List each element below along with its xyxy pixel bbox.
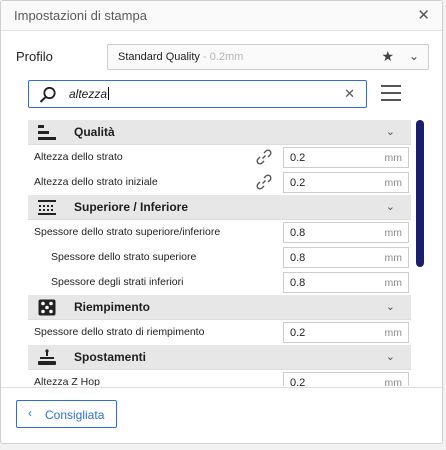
chevron-down-icon: ⌄ (385, 126, 395, 138)
chevron-down-icon: ⌄ (385, 351, 395, 363)
search-icon (39, 86, 56, 103)
clear-icon[interactable]: ✕ (344, 86, 355, 102)
resize-grip[interactable] (217, 439, 231, 443)
top-bottom-icon (38, 200, 56, 215)
category-infill[interactable]: Riempimento ⌄ (28, 295, 411, 320)
settings-list[interactable]: Qualità ⌄ Altezza dello strato 0.2 mm Al… (28, 120, 411, 386)
recommended-label: Consigliata (45, 408, 105, 422)
setting-label: Altezza dello strato (34, 151, 123, 163)
setting-label: Spessore dello strato superiore/inferior… (34, 226, 221, 238)
setting-row: Spessore dello strato superiore 0.8 mm (28, 245, 411, 270)
scrollbar-thumb[interactable] (416, 120, 424, 267)
setting-value[interactable]: 0.8 (290, 227, 305, 239)
setting-value[interactable]: 0.2 (290, 327, 305, 339)
setting-input[interactable]: 0.2 mm (283, 322, 409, 343)
setting-value[interactable]: 0.8 (290, 252, 305, 264)
setting-value[interactable]: 0.2 (290, 177, 305, 189)
footer-divider (1, 387, 442, 388)
setting-label: Spessore dello strato superiore (51, 251, 197, 263)
category-label: Qualità (74, 125, 115, 139)
setting-unit: mm (384, 327, 403, 339)
panel-title: Impostazioni di stampa (14, 8, 147, 23)
setting-input[interactable]: 0.2 mm (283, 172, 409, 193)
close-icon[interactable]: ✕ (417, 6, 430, 24)
category-top-bottom[interactable]: Superiore / Inferiore ⌄ (28, 195, 411, 220)
link-icon[interactable] (256, 149, 272, 165)
setting-value[interactable]: 0.8 (290, 277, 305, 289)
setting-row: Altezza dello strato iniziale 0.2 mm (28, 170, 411, 195)
search-value[interactable]: altezza (69, 87, 109, 101)
setting-label: Spessore degli strati inferiori (51, 276, 184, 288)
setting-label: Altezza Z Hop (34, 376, 100, 386)
setting-unit: mm (384, 227, 403, 239)
infill-icon (38, 299, 56, 316)
category-quality[interactable]: Qualità ⌄ (28, 120, 411, 145)
category-label: Riempimento (74, 300, 151, 314)
category-label: Spostamenti (74, 350, 147, 364)
setting-row: Altezza Z Hop 0.2 mm (28, 370, 411, 386)
setting-input[interactable]: 0.2 mm (283, 147, 409, 168)
setting-input[interactable]: 0.8 mm (283, 247, 409, 268)
setting-value[interactable]: 0.2 (290, 152, 305, 164)
profile-label: Profilo (16, 49, 53, 64)
setting-unit: mm (384, 377, 403, 386)
search-input[interactable]: altezza ✕ (28, 80, 367, 108)
category-label: Superiore / Inferiore (74, 200, 189, 214)
setting-unit: mm (384, 252, 403, 264)
profile-layer-height: - 0.2mm (199, 51, 244, 63)
setting-row: Altezza dello strato 0.2 mm (28, 145, 411, 170)
chevron-down-icon: ⌄ (385, 301, 395, 313)
setting-label: Spessore dello strato di riempimento (34, 326, 205, 338)
panel-titlebar: Impostazioni di stampa ✕ (1, 1, 442, 31)
profile-name: Standard Quality - 0.2mm (118, 51, 244, 63)
profile-dropdown[interactable]: Standard Quality - 0.2mm ★ ⌄ (107, 44, 429, 70)
setting-unit: mm (384, 277, 403, 289)
recommended-button[interactable]: ‹ Consigliata (16, 400, 117, 428)
star-icon[interactable]: ★ (381, 48, 394, 65)
setting-row: Spessore degli strati inferiori 0.8 mm (28, 270, 411, 295)
chevron-down-icon: ⌄ (408, 49, 419, 63)
setting-value[interactable]: 0.2 (290, 377, 305, 386)
setting-input[interactable]: 0.8 mm (283, 272, 409, 293)
setting-unit: mm (384, 152, 403, 164)
chevron-left-icon: ‹ (28, 406, 32, 420)
setting-label: Altezza dello strato iniziale (34, 176, 158, 188)
setting-input[interactable]: 0.2 mm (283, 372, 409, 386)
quality-icon (38, 125, 56, 140)
link-icon[interactable] (256, 174, 272, 190)
setting-row: Spessore dello strato superiore/inferior… (28, 220, 411, 245)
settings-visibility-menu-icon[interactable] (381, 85, 401, 103)
travel-icon (38, 349, 56, 365)
category-travel[interactable]: Spostamenti ⌄ (28, 345, 411, 370)
print-settings-panel: Impostazioni di stampa ✕ Profilo Standar… (0, 0, 443, 444)
setting-row: Spessore dello strato di riempimento 0.2… (28, 320, 411, 345)
setting-input[interactable]: 0.8 mm (283, 222, 409, 243)
setting-unit: mm (384, 177, 403, 189)
chevron-down-icon: ⌄ (385, 201, 395, 213)
